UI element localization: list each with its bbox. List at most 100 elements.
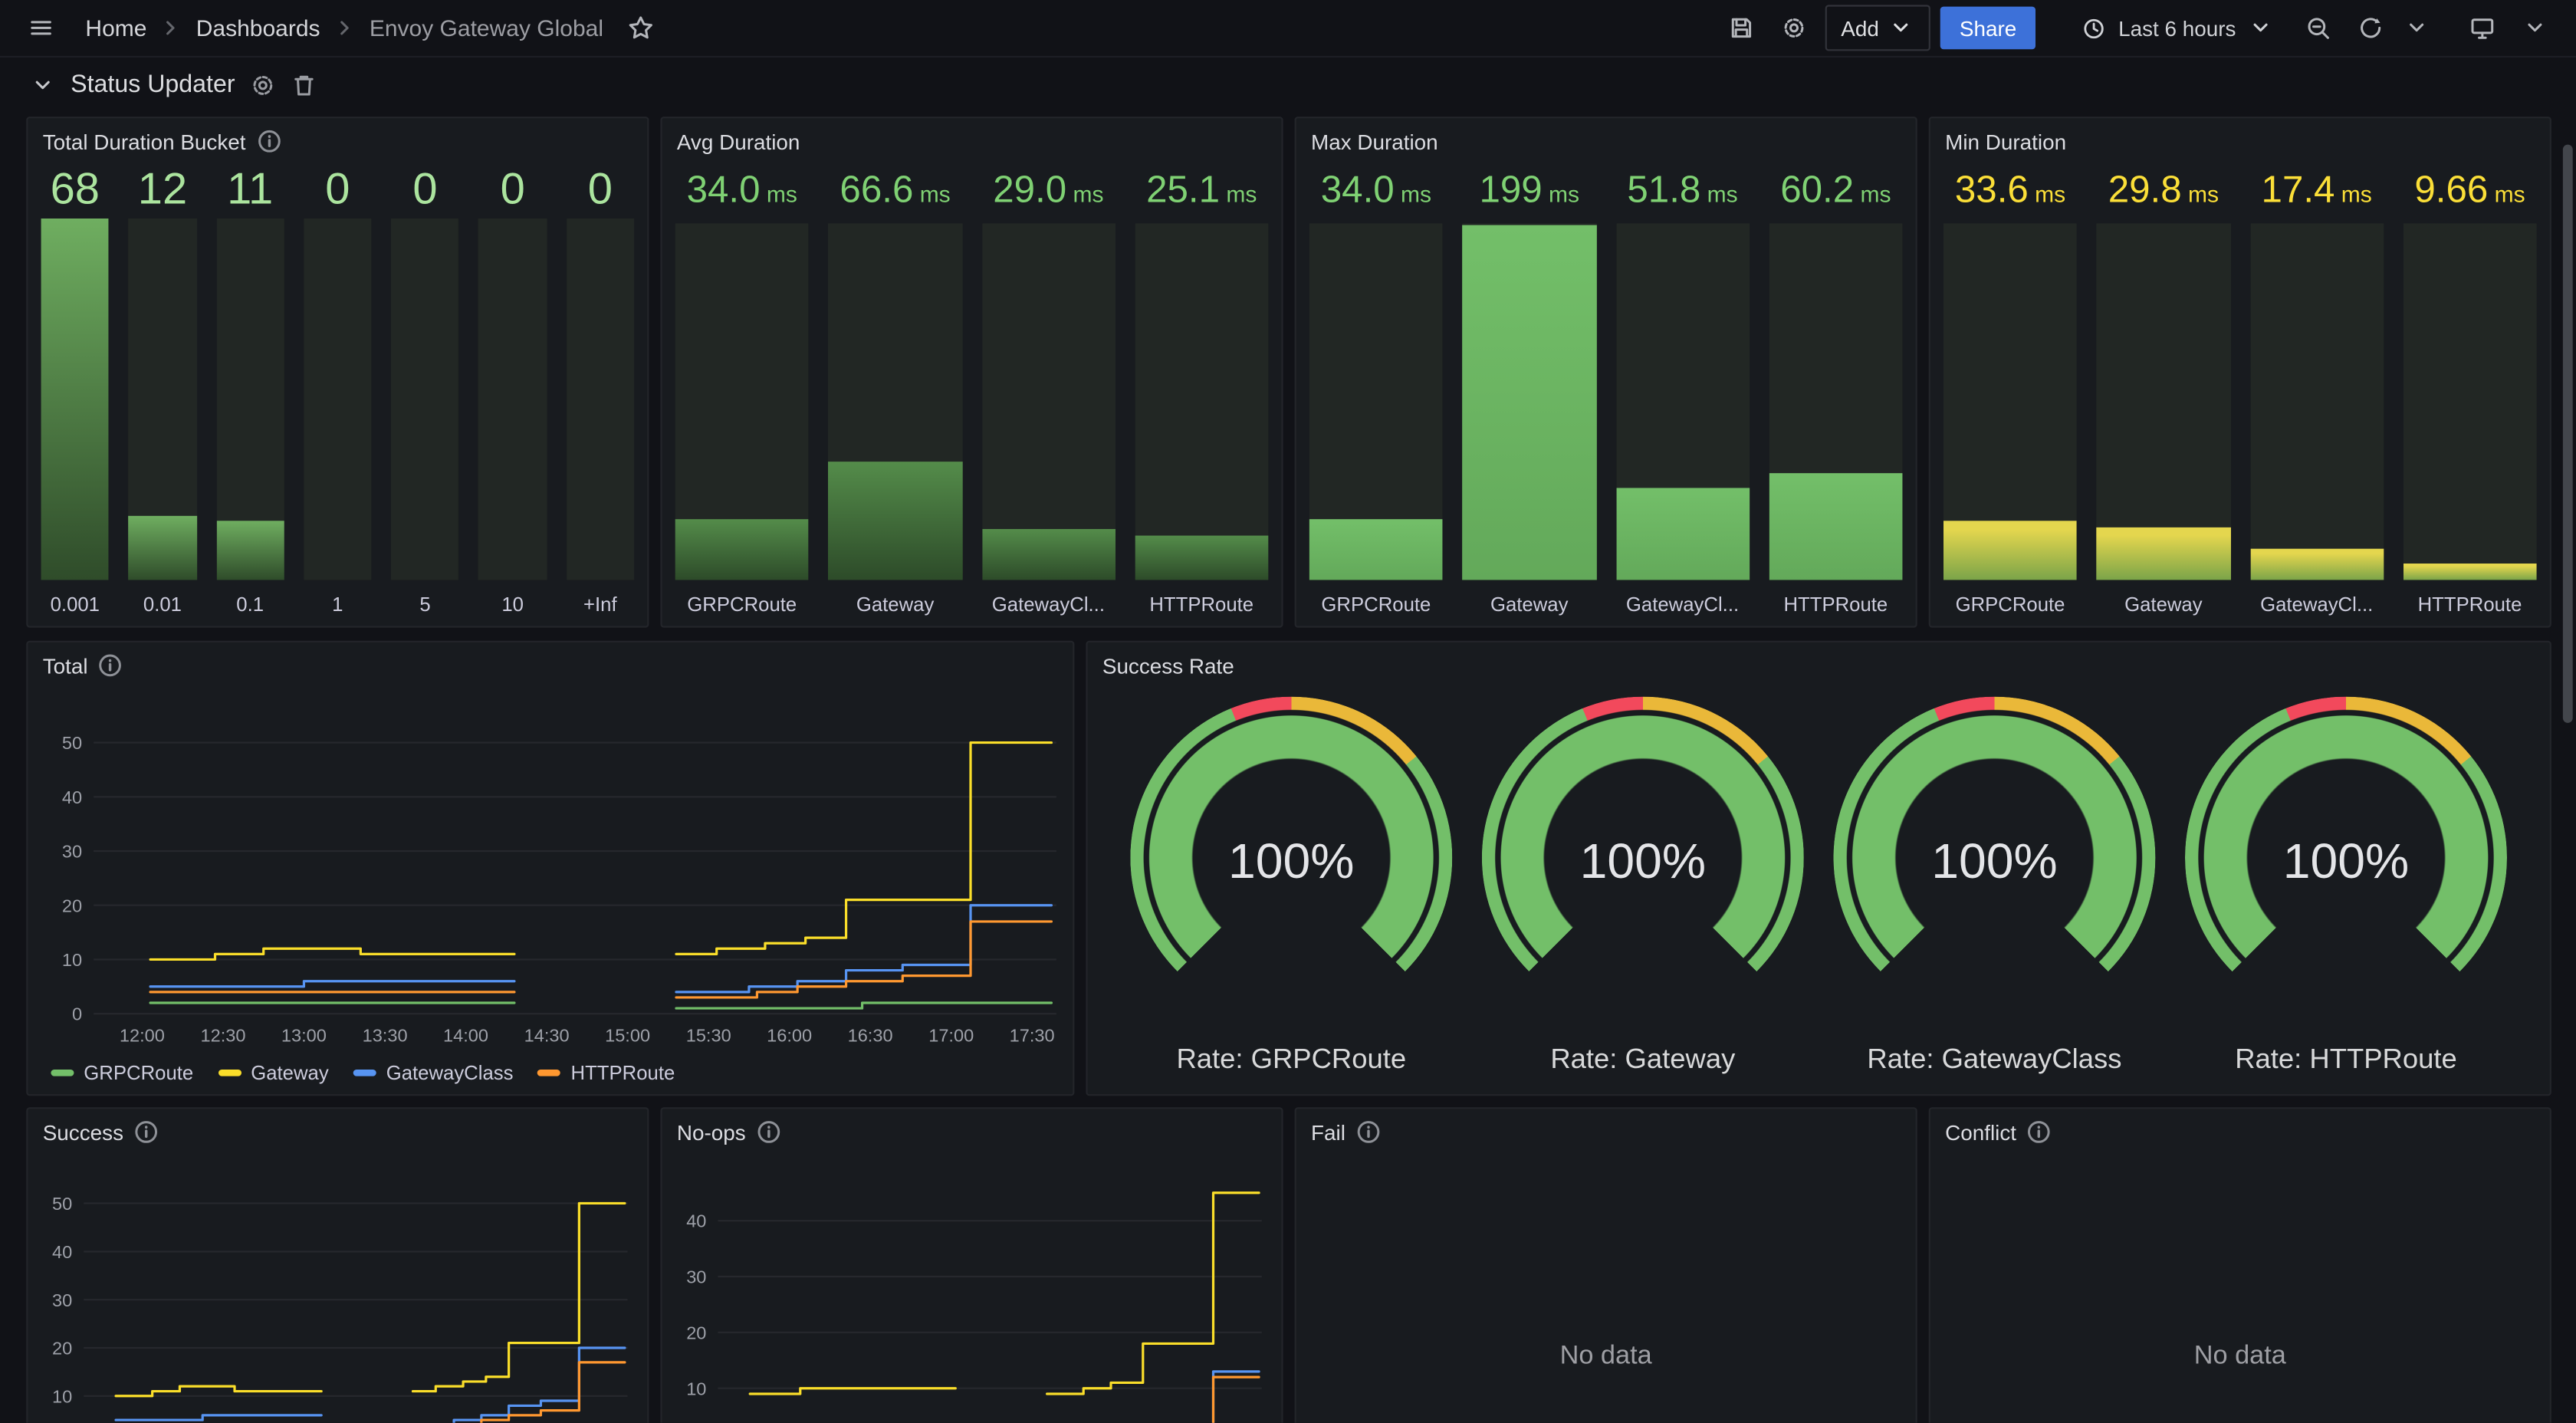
breadcrumb-home[interactable]: Home <box>85 15 146 41</box>
kiosk-mode-icon[interactable] <box>2461 7 2504 50</box>
bar-category-label: HTTPRoute <box>1769 580 1902 616</box>
menu-icon[interactable] <box>20 7 63 50</box>
panel-header[interactable]: No-ops <box>662 1109 1282 1155</box>
zoom-out-icon[interactable] <box>2297 7 2340 50</box>
svg-text:20: 20 <box>52 1339 72 1359</box>
panel-header[interactable]: Max Duration <box>1296 118 1916 164</box>
panel-header[interactable]: Fail <box>1296 1109 1916 1155</box>
panel-header[interactable]: Total <box>28 642 1073 688</box>
add-button[interactable]: Add <box>1825 5 1930 51</box>
svg-text:50: 50 <box>62 733 82 753</box>
bar-column: 29.0 ms GatewayCl... <box>981 164 1115 616</box>
svg-text:14:30: 14:30 <box>524 1026 570 1046</box>
panel-avg-duration: Avg Duration 34.0 ms GRPCRoute 66.6 ms Gate… <box>660 117 1283 627</box>
bar-category-label: GRPCRoute <box>1944 580 2077 616</box>
star-icon[interactable] <box>619 7 662 50</box>
bar-column: 05 <box>391 164 458 616</box>
bar-track <box>304 219 371 580</box>
panel-total: Total 0102030405012:0012:3013:0013:3014:… <box>26 641 1074 1096</box>
panel-header[interactable]: Min Duration <box>1930 118 2550 164</box>
legend-item[interactable]: HTTPRoute <box>538 1061 675 1084</box>
bar-value: 0 <box>391 164 458 213</box>
gauge: 100%Rate: HTTPRoute <box>2185 697 2507 1076</box>
gauge-label: Rate: GatewayClass <box>1867 1043 2121 1076</box>
svg-text:20: 20 <box>686 1323 706 1342</box>
info-icon[interactable] <box>97 652 123 679</box>
info-icon[interactable] <box>255 128 281 154</box>
timeseries-chart: 0102030405012:0012:3013:0013:3014:0014:3… <box>41 688 1060 1084</box>
bar-category-label: 0.01 <box>129 580 196 616</box>
clock-icon <box>2082 15 2107 40</box>
bar-column: 34.0 ms GRPCRoute <box>1309 164 1443 616</box>
bar-category-label: 0.001 <box>41 580 109 616</box>
svg-text:30: 30 <box>52 1290 72 1310</box>
info-icon[interactable] <box>756 1119 782 1145</box>
bar-column: 010 <box>478 164 546 616</box>
bar-category-label: 10 <box>478 580 546 616</box>
bar-track <box>2403 223 2536 580</box>
no-data-text: No data <box>2194 1342 2286 1372</box>
info-icon[interactable] <box>133 1119 159 1145</box>
bar-category-label: +Inf <box>567 580 634 616</box>
bar-column: 29.8 msGateway <box>2097 164 2230 616</box>
bar-gauge-chart: 33.6 msGRPCRoute29.8 msGateway17.4 msGat… <box>1944 164 2537 616</box>
panel-header[interactable]: Conflict <box>1930 1109 2550 1155</box>
panel-title: Total Duration Bucket <box>43 129 246 153</box>
panel-header[interactable]: Success Rate <box>1088 642 2550 688</box>
svg-text:10: 10 <box>686 1379 706 1398</box>
bar-category-label: GatewayCl... <box>981 580 1115 616</box>
bar-track <box>478 219 546 580</box>
time-range-label: Last 6 hours <box>2118 15 2236 40</box>
bar-track <box>1616 223 1750 580</box>
refresh-interval-chevron-icon[interactable] <box>2402 7 2432 50</box>
chart-legend: GRPCRoute Gateway GatewayClass HTTPRoute <box>51 1061 675 1084</box>
info-icon[interactable] <box>1355 1119 1382 1145</box>
info-icon[interactable] <box>2026 1119 2052 1145</box>
collapse-nav-chevron-icon[interactable] <box>2514 7 2557 50</box>
share-button[interactable]: Share <box>1940 7 2036 50</box>
gauge-value: 100% <box>2185 835 2507 891</box>
svg-text:16:00: 16:00 <box>767 1026 812 1046</box>
save-icon[interactable] <box>1720 7 1763 50</box>
settings-gear-icon[interactable] <box>1772 7 1815 50</box>
bar-value: 66.6 ms <box>829 164 962 219</box>
bar-track <box>567 219 634 580</box>
bar-column: 9.66 msHTTPRoute <box>2403 164 2536 616</box>
panel-header[interactable]: Avg Duration <box>662 118 1282 164</box>
legend-item[interactable]: GRPCRoute <box>51 1061 193 1084</box>
bar-value: 34.0 ms <box>1309 164 1443 219</box>
panel-no-ops: No-ops 10203040 <box>660 1107 1283 1422</box>
refresh-icon[interactable] <box>2349 7 2392 50</box>
row-title[interactable]: Status Updater <box>71 71 235 98</box>
legend-item[interactable]: Gateway <box>218 1061 328 1084</box>
bar-value: 34.0 ms <box>675 164 809 219</box>
bar-gauge-chart: 680.001120.01110.101050100+Inf <box>41 164 635 616</box>
panel-header[interactable]: Total Duration Bucket <box>28 118 647 164</box>
bar-value: 33.6 ms <box>1944 164 2077 219</box>
chevron-down-icon <box>2247 15 2273 41</box>
bar-value: 17.4 ms <box>2250 164 2384 219</box>
legend-item[interactable]: GatewayClass <box>353 1061 514 1084</box>
bar-value: 29.0 ms <box>981 164 1115 219</box>
breadcrumb-dashboards[interactable]: Dashboards <box>196 15 320 41</box>
svg-text:13:00: 13:00 <box>281 1026 327 1046</box>
panel-success: Success 1020304050 <box>26 1107 649 1422</box>
bar-value: 25.1 ms <box>1135 164 1268 219</box>
bar-category-label: GRPCRoute <box>675 580 809 616</box>
bar-category-label: GRPCRoute <box>1309 580 1443 616</box>
panel-total-duration-bucket: Total Duration Bucket 680.001120.01110.1… <box>26 117 649 627</box>
time-range-picker[interactable]: Last 6 hours <box>2069 7 2287 50</box>
panel-title: Min Duration <box>1945 129 2066 153</box>
row-collapse-chevron-icon[interactable] <box>30 71 56 97</box>
scrollbar-thumb[interactable] <box>2563 145 2573 723</box>
row-delete-trash-icon[interactable] <box>291 71 317 97</box>
bar-column: 25.1 msHTTPRoute <box>1135 164 1268 616</box>
gauge: 100%Rate: Gateway <box>1482 697 1804 1076</box>
grafana-dashboard: Home Dashboards Envoy Gateway Global Add… <box>0 0 2576 1423</box>
add-button-label: Add <box>1841 15 1879 40</box>
panel-header[interactable]: Success <box>28 1109 647 1155</box>
gauge-label: Rate: GRPCRoute <box>1176 1043 1406 1076</box>
timeseries-chart: 10203040 <box>675 1155 1269 1422</box>
row-settings-gear-icon[interactable] <box>250 71 276 97</box>
bar-column: 0+Inf <box>567 164 634 616</box>
